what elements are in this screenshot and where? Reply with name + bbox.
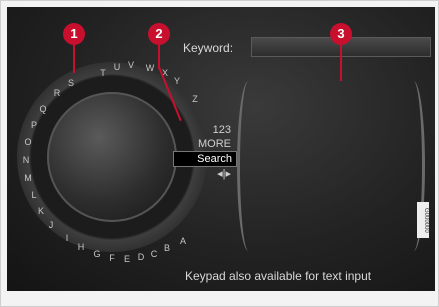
wheel-letter: A — [179, 236, 187, 246]
wheel-letter: O — [24, 137, 32, 147]
callout-3: 3 — [330, 23, 352, 45]
wheel-letter: L — [31, 190, 37, 200]
callout-2: 2 — [148, 23, 170, 45]
menu-item-123[interactable]: 123 — [173, 123, 235, 137]
callout-line-2 — [158, 41, 160, 69]
keypad-hint: Keypad also available for text input — [185, 269, 372, 283]
menu-item-more[interactable]: MORE — [173, 137, 235, 151]
wheel-letter: N — [22, 155, 30, 165]
wheel-letter: H — [77, 242, 85, 252]
figure-frame: T U V W X Y Z A B C D E F G H I J K L M … — [0, 0, 439, 307]
callout-line-3 — [340, 41, 342, 81]
left-bracket — [237, 81, 260, 251]
wheel-letter: T — [100, 68, 106, 78]
callout-1: 1 — [63, 23, 85, 45]
menu-item-search[interactable]: Search — [173, 151, 237, 167]
wheel-letter: K — [37, 206, 45, 216]
wheel-letter: R — [53, 88, 61, 98]
wheel-letter: U — [113, 62, 121, 72]
wheel-letter: I — [65, 233, 69, 243]
wheel-letter: C — [150, 249, 158, 259]
menu-item-arrows[interactable]: ◂|▸ — [173, 167, 235, 181]
wheel-letter: Y — [173, 76, 181, 86]
wheel-letter: Q — [39, 104, 47, 114]
display-screen: T U V W X Y Z A B C D E F G H I J K L M … — [7, 7, 435, 291]
wheel-letter: J — [48, 220, 54, 230]
wheel-letter: D — [137, 252, 145, 262]
mode-menu: 123 MORE Search ◂|▸ — [173, 123, 237, 181]
wheel-letter: P — [30, 120, 38, 130]
wheel-letter: E — [123, 254, 131, 264]
callout-line-1 — [73, 41, 75, 73]
wheel-letter: W — [145, 63, 155, 73]
wheel-letter: G — [93, 249, 101, 259]
figure-code: G000000 — [417, 202, 429, 238]
keyword-label: Keyword: — [183, 41, 234, 55]
wheel-letter: Z — [192, 94, 198, 104]
wheel-letter: S — [67, 78, 75, 88]
wheel-letter: F — [109, 253, 115, 263]
text-field-area[interactable] — [237, 81, 425, 251]
wheel-letter: M — [24, 173, 32, 183]
wheel-letter: B — [163, 243, 171, 253]
wheel-letter: V — [127, 60, 135, 70]
